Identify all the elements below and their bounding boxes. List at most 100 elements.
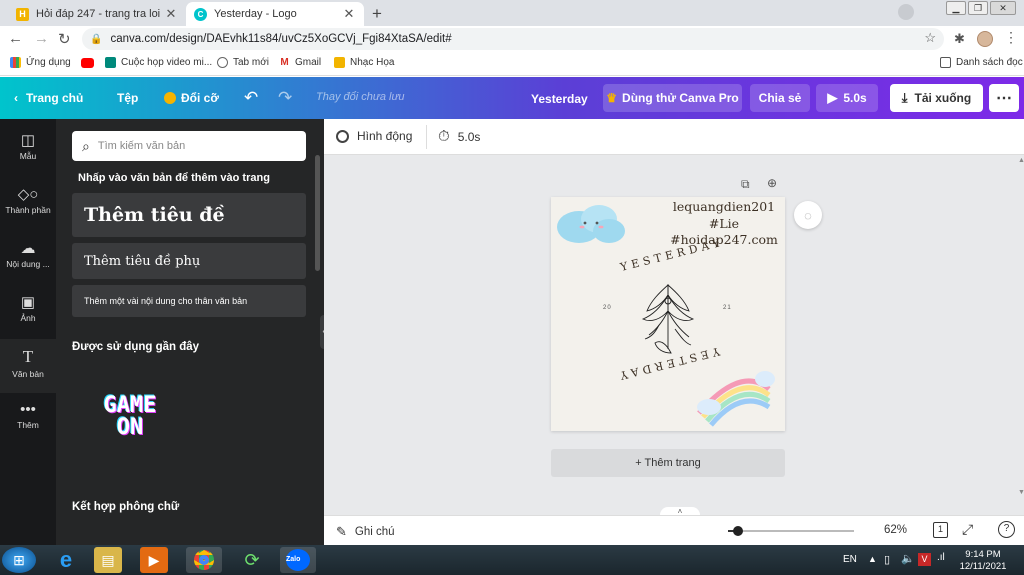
ie-icon[interactable]: e xyxy=(48,547,84,573)
template-icon: ◫ xyxy=(20,132,36,149)
bookmark-gmail[interactable]: M Gmail xyxy=(279,57,321,68)
panel-scrollbar[interactable] xyxy=(315,155,320,271)
rail-label: Nội dung ... xyxy=(6,259,50,269)
rail-item-text[interactable]: T Văn bản xyxy=(0,339,56,393)
undo-icon[interactable]: ↶ xyxy=(244,88,258,108)
kebab-menu-icon[interactable]: ⋮ xyxy=(1004,29,1018,46)
zoom-percent[interactable]: 62% xyxy=(884,524,907,536)
speaker-icon[interactable]: 🔈 xyxy=(901,552,915,565)
share-button[interactable]: Chia sẻ xyxy=(750,84,810,112)
minimize-icon[interactable]: ▁ xyxy=(946,1,966,15)
bookmark-apps[interactable]: Ứng dụng xyxy=(10,57,71,68)
reload-icon[interactable]: ↻ xyxy=(58,30,71,48)
duplicate-page-icon[interactable]: ⧉ xyxy=(741,177,750,192)
close-icon[interactable]: ✕ xyxy=(342,6,356,22)
design-title[interactable]: Yesterday xyxy=(531,92,588,106)
save-status: Thay đổi chưa lưu xyxy=(316,91,405,103)
window-close-icon[interactable]: ✕ xyxy=(990,1,1016,15)
design-page[interactable]: lequangdien201 #Lie #hoidap247.com YESTE… xyxy=(551,197,785,431)
rail-item-templates[interactable]: ◫ Mẫu xyxy=(0,131,56,161)
rail-label: Văn bản xyxy=(12,369,44,379)
canvas-scroll-down-icon[interactable]: ▼ xyxy=(1018,489,1024,496)
avatar[interactable] xyxy=(977,31,993,47)
bookmarks-bar: Ứng dụng Cuộc họp video mi... Tab mới MG… xyxy=(0,52,1024,76)
tray-arrow-icon[interactable]: ▲ xyxy=(868,554,877,564)
search-input[interactable]: ⌕ Tìm kiếm văn bản xyxy=(72,131,306,161)
rail-item-photos[interactable]: ▣ Ảnh xyxy=(0,293,56,323)
star-icon[interactable]: ☆ xyxy=(924,30,936,46)
notes-button[interactable]: ✎ Ghi chú xyxy=(336,524,395,540)
design-right-number[interactable]: 21 xyxy=(723,305,732,311)
add-page-icon[interactable]: ⊕ xyxy=(767,176,777,190)
language-indicator[interactable]: EN xyxy=(843,554,857,565)
back-arrow-icon[interactable]: ← xyxy=(8,30,23,47)
lily-illustration[interactable] xyxy=(641,283,695,354)
add-subheading-button[interactable]: Thêm tiêu đề phụ xyxy=(72,243,306,279)
url-field[interactable]: 🔒 canva.com/design/DAEvhk11s84/uvCz5XoGC… xyxy=(82,28,944,50)
recent-font-sample[interactable]: GAME ON xyxy=(80,395,180,439)
duration-button[interactable]: ⏱ 5.0s xyxy=(438,128,480,145)
tray-device-icon[interactable]: ▯ xyxy=(884,553,890,566)
comment-icon[interactable]: ◌ xyxy=(794,201,822,229)
clock-date: 12/11/2021 xyxy=(959,561,1007,572)
file-menu[interactable]: Tệp xyxy=(117,91,138,105)
redo-icon[interactable]: ↷ xyxy=(278,88,292,108)
canvas-scroll-up-icon[interactable]: ▲ xyxy=(1018,157,1024,164)
try-pro-button[interactable]: ♛ Dùng thử Canva Pro xyxy=(603,84,742,112)
bookmark-newtab[interactable]: Tab mới xyxy=(217,57,269,68)
rail-item-more[interactable]: ••• Thêm xyxy=(0,401,56,430)
bookmark-nhachoa[interactable]: Nhạc Họa xyxy=(334,57,394,68)
youtube-icon[interactable] xyxy=(81,58,94,68)
network-icon[interactable]: .ıl xyxy=(937,552,945,563)
zoom-slider-knob[interactable] xyxy=(733,526,743,536)
profile-dot-icon[interactable] xyxy=(898,4,914,20)
rail-label: Ảnh xyxy=(20,313,36,323)
bookmark-label: Tab mới xyxy=(233,57,270,68)
chrome-icon[interactable] xyxy=(186,547,222,573)
bookmark-reading-list[interactable]: Danh sách đọc xyxy=(940,57,1023,68)
design-left-number[interactable]: 20 xyxy=(603,305,612,311)
home-link[interactable]: ‹ Trang chủ xyxy=(14,91,83,105)
zalo-icon[interactable]: Zalo xyxy=(280,547,316,573)
design-text-block[interactable]: lequangdien201 #Lie #hoidap247.com xyxy=(665,199,783,249)
resize-button[interactable]: Đổi cỡ xyxy=(164,91,219,105)
start-button-icon[interactable]: ⊞ xyxy=(2,547,36,573)
fullscreen-icon[interactable]: ⤢ xyxy=(962,521,973,538)
forward-arrow-icon[interactable]: → xyxy=(34,30,49,47)
animate-button[interactable]: Hình động xyxy=(336,129,412,143)
explorer-icon[interactable]: ▤ xyxy=(94,547,122,573)
add-page-button[interactable]: + Thêm trang xyxy=(551,449,785,477)
crown-icon xyxy=(164,92,176,104)
add-heading-button[interactable]: Thêm tiêu đề xyxy=(72,193,306,237)
rail-item-uploads[interactable]: ☁ Nội dung ... xyxy=(0,239,56,269)
unikey-icon[interactable]: V xyxy=(918,553,931,566)
clock[interactable]: 9:14 PM 12/11/2021 xyxy=(955,549,1011,573)
editor-header: ‹ Trang chủ Tệp Đổi cỡ ↶ ↷ Thay đổi chưa … xyxy=(0,77,1024,119)
new-tab-icon[interactable]: + xyxy=(372,4,382,24)
close-icon[interactable]: ✕ xyxy=(164,6,178,22)
maximize-icon[interactable]: ❐ xyxy=(968,1,988,15)
media-icon[interactable]: ▶ xyxy=(140,547,168,573)
tab-title: Yesterday - Logo xyxy=(214,8,297,20)
browser-tab-canva[interactable]: C Yesterday - Logo ✕ xyxy=(186,2,364,26)
rail-item-elements[interactable]: ◇○ Thành phần xyxy=(0,185,56,215)
cloud-sticker[interactable] xyxy=(557,205,625,243)
rainbow-sticker[interactable] xyxy=(697,371,775,427)
play-button[interactable]: ▶ 5.0s xyxy=(816,84,878,112)
bookmark-meet[interactable]: Cuộc họp video mi... xyxy=(105,57,212,68)
share-label: Chia sẻ xyxy=(758,91,802,105)
sample-line: GAME xyxy=(103,393,157,418)
canvas-area: Hình động ⏱ 5.0s ▲ ▼ ⧉ ⊕ lequangdien201 … xyxy=(324,119,1024,545)
crown-icon: ♛ xyxy=(606,91,618,105)
more-options-icon[interactable]: ⋯ xyxy=(989,84,1019,112)
try-pro-label: Dùng thử Canva Pro xyxy=(622,91,739,105)
app-icon[interactable]: ⟳ xyxy=(234,547,270,573)
bookmark-label: Ứng dụng xyxy=(26,57,71,68)
extensions-icon[interactable]: ✱ xyxy=(954,31,965,47)
help-icon[interactable]: ? xyxy=(998,521,1015,538)
page-count-button[interactable]: 1 xyxy=(933,522,948,538)
zoom-slider[interactable] xyxy=(728,526,854,536)
download-button[interactable]: ⤓ Tải xuống xyxy=(890,84,983,112)
add-body-text-button[interactable]: Thêm một vài nội dung cho thân văn bản xyxy=(72,285,306,317)
browser-tab-hoidap[interactable]: H Hỏi đáp 247 - trang tra loi ✕ xyxy=(8,2,186,26)
